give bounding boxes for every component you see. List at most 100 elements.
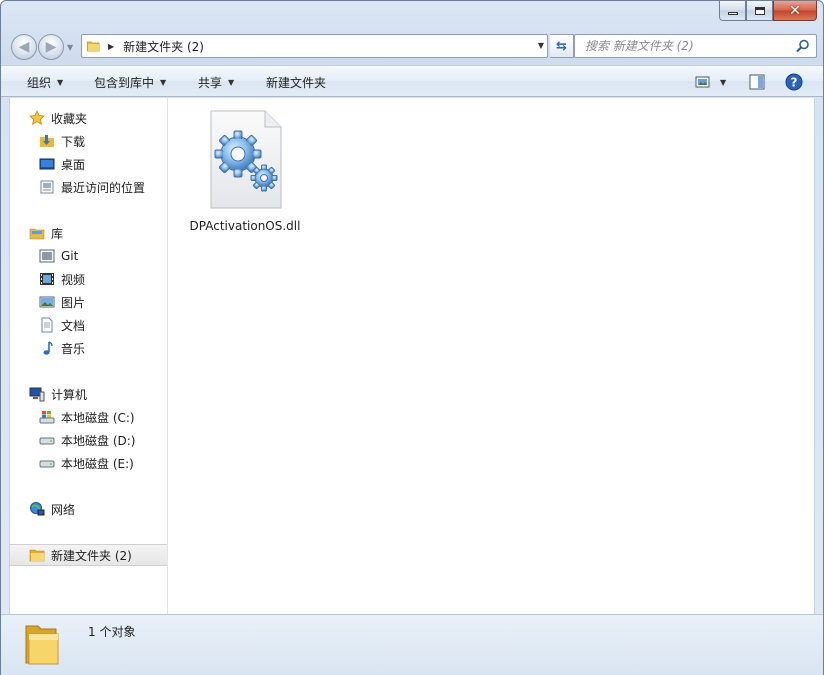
navigation-bar: ◀ ▶ ▼ ▶ 新建文件夹 (2) ▼ ⇆ — [9, 31, 817, 61]
sidebar-item-documents[interactable]: 文档 — [39, 314, 85, 336]
sidebar-item-label: 本地磁盘 (E:) — [61, 456, 134, 471]
chevron-down-icon: ▼ — [228, 78, 235, 87]
sidebar-item-pictures[interactable]: 图片 — [39, 291, 85, 313]
file-list-pane[interactable]: DPActivationOS.dll — [169, 98, 814, 614]
system-drive-icon — [39, 411, 55, 424]
sidebar-item-current-folder[interactable]: 新建文件夹 (2) — [10, 544, 167, 566]
file-name: DPActivationOS.dll — [189, 219, 301, 233]
drive-icon — [39, 437, 55, 445]
include-in-library-menu[interactable]: 包含到库中 ▼ — [94, 74, 166, 91]
content-area: 收藏夹 下载 桌面 最近访问的位置 库 Git 视频 图片 文档 音乐 计算机 … — [9, 98, 815, 614]
view-icon — [695, 76, 710, 88]
preview-pane-icon — [749, 74, 765, 90]
star-icon — [29, 110, 45, 125]
explorer-window: ✕ ◀ ▶ ▼ ▶ 新建文件夹 (2) ▼ ⇆ 搜索 新建文件夹 (2) 组织 … — [0, 0, 824, 675]
sidebar-item-label: 新建文件夹 (2) — [51, 548, 132, 563]
change-view-button[interactable]: ▼ — [695, 72, 726, 92]
sidebar-item-label: 本地磁盘 (C:) — [61, 410, 135, 425]
help-button[interactable]: ? — [785, 72, 803, 92]
minimize-button[interactable] — [719, 1, 746, 21]
sidebar-item-label: 音乐 — [61, 341, 86, 356]
close-button[interactable]: ✕ — [773, 1, 817, 21]
share-label: 共享 — [198, 76, 223, 90]
organize-label: 组织 — [27, 76, 52, 90]
sidebar-item-drive-c[interactable]: 本地磁盘 (C:) — [39, 406, 135, 428]
downloads-icon — [40, 135, 54, 147]
sidebar-item-label: 桌面 — [61, 157, 86, 172]
sidebar-item-label: 下载 — [61, 134, 86, 149]
include-in-library-label: 包含到库中 — [94, 76, 155, 90]
sidebar-item-computer[interactable]: 计算机 — [29, 383, 87, 405]
sidebar-item-label: 本地磁盘 (D:) — [61, 433, 136, 448]
sidebar-item-label: 网络 — [51, 502, 76, 517]
pictures-icon — [39, 296, 55, 308]
organize-menu[interactable]: 组织 ▼ — [27, 74, 63, 91]
folder-icon — [87, 41, 100, 52]
sidebar-item-label: 计算机 — [51, 387, 88, 402]
command-bar: 组织 ▼ 包含到库中 ▼ 共享 ▼ 新建文件夹 ▼ ? — [1, 65, 823, 97]
file-item[interactable]: DPActivationOS.dll — [185, 110, 305, 240]
sidebar-item-label: 文档 — [61, 318, 86, 333]
network-icon — [30, 502, 45, 516]
sidebar-item-libraries[interactable]: 库 — [29, 222, 63, 244]
recent-pages-dropdown[interactable]: ▼ — [67, 43, 73, 52]
new-folder-button[interactable]: 新建文件夹 — [266, 74, 326, 91]
minimize-icon — [727, 12, 738, 15]
computer-icon — [29, 387, 45, 402]
chevron-down-icon: ▼ — [57, 78, 64, 87]
breadcrumb-separator-icon[interactable]: ▶ — [108, 42, 114, 51]
folder-icon — [25, 625, 59, 665]
nav-buttons: ◀ ▶ ▼ — [9, 32, 81, 60]
sidebar-item-label: Git — [61, 249, 79, 263]
sidebar-item-downloads[interactable]: 下载 — [39, 130, 85, 152]
details-pane: 1 个对象 — [1, 614, 823, 675]
forward-button[interactable]: ▶ — [38, 34, 64, 60]
refresh-button[interactable]: ⇆ — [550, 34, 574, 58]
sidebar-item-label: 图片 — [61, 295, 86, 310]
music-icon — [43, 341, 53, 355]
library-icon — [29, 228, 45, 240]
sidebar-item-desktop[interactable]: 桌面 — [39, 153, 85, 175]
documents-icon — [41, 317, 53, 333]
close-icon: ✕ — [789, 2, 801, 19]
chevron-down-icon: ▼ — [160, 78, 167, 87]
address-bar[interactable]: ▶ 新建文件夹 (2) ▼ — [81, 34, 548, 58]
recent-places-icon — [40, 180, 54, 194]
sidebar-item-recent-places[interactable]: 最近访问的位置 — [39, 176, 145, 198]
sidebar-item-label: 收藏夹 — [51, 111, 88, 126]
address-history-dropdown[interactable]: ▼ — [538, 41, 544, 50]
svg-text:?: ? — [791, 76, 798, 90]
git-library-icon — [39, 249, 55, 263]
sidebar-item-drive-d[interactable]: 本地磁盘 (D:) — [39, 429, 135, 451]
sidebar-item-label: 最近访问的位置 — [61, 180, 146, 195]
sidebar-item-label: 视频 — [61, 272, 86, 287]
share-menu[interactable]: 共享 ▼ — [198, 74, 234, 91]
drive-icon — [39, 460, 55, 468]
status-item-count: 1 个对象 — [88, 625, 136, 639]
dll-file-gear-icon — [210, 110, 282, 209]
folder-icon — [29, 549, 45, 562]
breadcrumb-current[interactable]: 新建文件夹 (2) — [123, 38, 204, 55]
chevron-down-icon[interactable]: ▼ — [720, 78, 726, 87]
forward-arrow-icon: ▶ — [45, 39, 57, 55]
sidebar-item-music[interactable]: 音乐 — [39, 337, 85, 359]
sidebar-item-videos[interactable]: 视频 — [39, 268, 85, 290]
new-folder-label: 新建文件夹 — [266, 76, 327, 90]
video-icon — [40, 273, 54, 285]
sidebar-item-drive-e[interactable]: 本地磁盘 (E:) — [39, 452, 134, 474]
search-icon[interactable] — [796, 39, 810, 53]
search-box[interactable] — [574, 34, 817, 58]
desktop-icon — [39, 158, 55, 170]
sidebar-item-favorites[interactable]: 收藏夹 — [29, 107, 87, 129]
caption-buttons: ✕ — [719, 1, 817, 21]
sidebar-item-label: 库 — [51, 226, 64, 241]
sidebar-item-git[interactable]: Git — [39, 245, 78, 267]
sidebar-item-network[interactable]: 网络 — [29, 498, 75, 520]
refresh-icon: ⇆ — [556, 38, 567, 54]
search-input[interactable] — [585, 39, 785, 53]
back-button[interactable]: ◀ — [11, 34, 37, 60]
help-icon: ? — [785, 73, 803, 91]
maximize-button[interactable] — [746, 1, 773, 21]
preview-pane-button[interactable] — [749, 72, 765, 92]
navigation-pane[interactable]: 收藏夹 下载 桌面 最近访问的位置 库 Git 视频 图片 文档 音乐 计算机 … — [10, 98, 168, 614]
